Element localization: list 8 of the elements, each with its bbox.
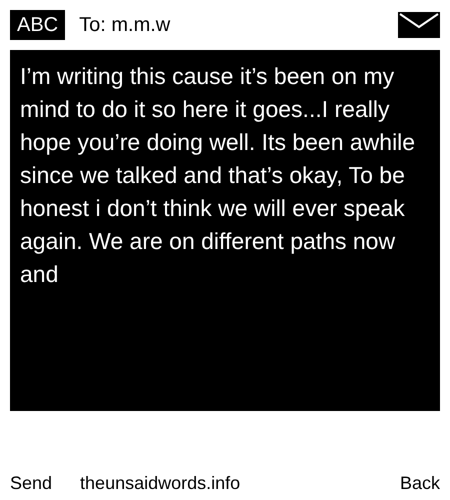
- envelope-icon: [398, 12, 440, 38]
- back-button[interactable]: Back: [400, 470, 440, 496]
- recipient: To: m.m.w: [79, 13, 170, 38]
- message-text: I’m writing this cause it’s been on my mind to do it so here it goes...I really hope you’re doing well. Its been awhile since we talked and that’s okay, To be honest i don’t think we will ever speak again. We are on different paths now and: [20, 62, 416, 289]
- message-box[interactable]: [10, 50, 440, 411]
- input-mode-label: ABC: [10, 10, 66, 40]
- send-button[interactable]: Send: [10, 470, 52, 496]
- site-link[interactable]: theunsaidwords.info: [80, 470, 240, 496]
